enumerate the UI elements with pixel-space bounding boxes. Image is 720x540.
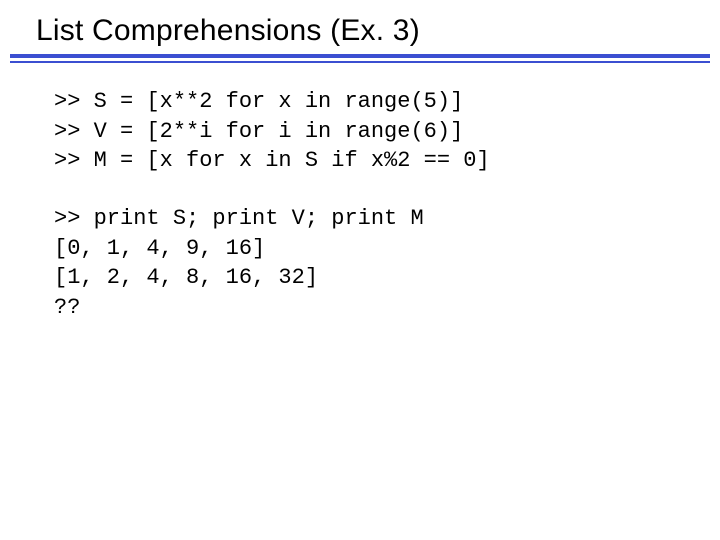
code-output: >> print S; print V; print M [0, 1, 4, 9… bbox=[54, 204, 680, 323]
slide: List Comprehensions (Ex. 3) >> S = [x**2… bbox=[0, 0, 720, 540]
page-title: List Comprehensions (Ex. 3) bbox=[0, 0, 720, 54]
rule-bar-thick bbox=[10, 54, 710, 58]
slide-body: >> S = [x**2 for x in range(5)] >> V = [… bbox=[0, 63, 720, 323]
title-rule bbox=[10, 54, 710, 63]
code-definitions: >> S = [x**2 for x in range(5)] >> V = [… bbox=[54, 87, 680, 176]
